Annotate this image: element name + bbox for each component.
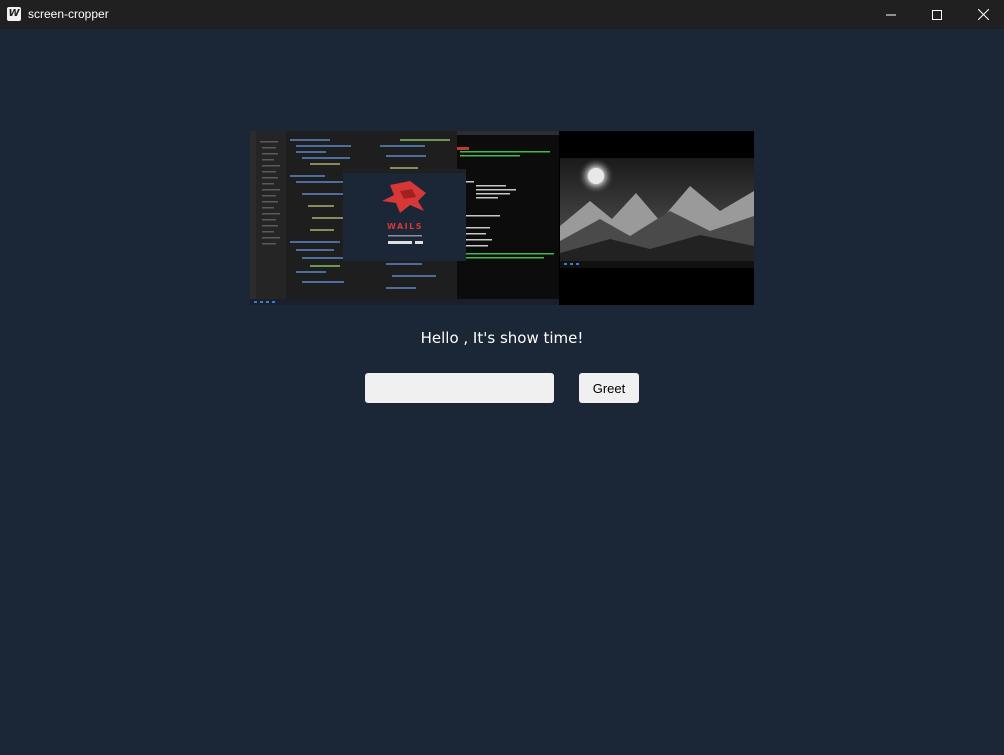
wails-logo-text: WAILS — [387, 222, 423, 231]
greeting-result-text: Hello , It's show time! — [420, 329, 584, 347]
minimize-button[interactable] — [868, 0, 914, 29]
title-bar[interactable]: W screen-cropper — [0, 0, 1004, 29]
left-monitor-capture: WAILS — [250, 131, 559, 305]
minimize-icon — [886, 14, 896, 15]
close-icon — [977, 9, 989, 20]
window-title: screen-cropper — [28, 7, 109, 21]
greet-button[interactable]: Greet — [579, 373, 639, 403]
screenshot-preview: WAILS — [250, 131, 754, 305]
app-icon: W — [7, 7, 21, 21]
maximize-icon — [932, 9, 942, 20]
right-monitor-capture — [560, 131, 754, 305]
name-input[interactable] — [365, 373, 554, 403]
maximize-button[interactable] — [914, 0, 960, 29]
close-button[interactable] — [960, 0, 1004, 29]
